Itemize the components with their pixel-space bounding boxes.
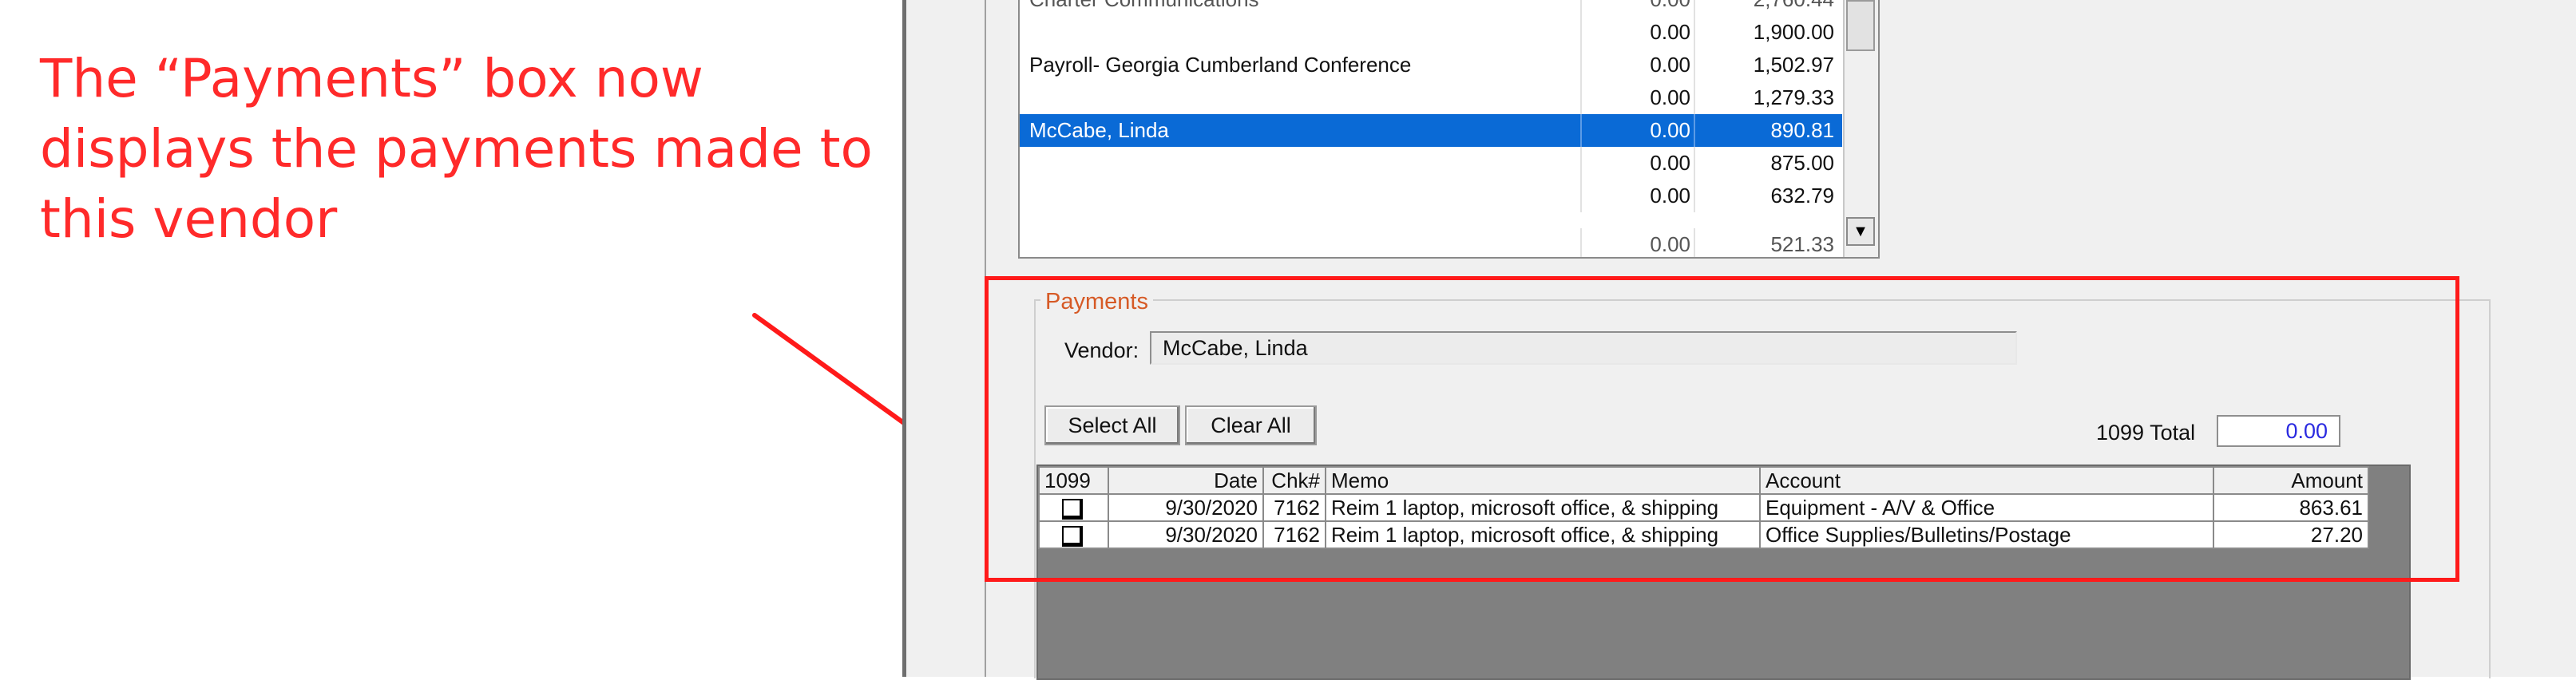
column-header-amount[interactable]: Amount xyxy=(2213,466,2369,495)
1099-total-field: 0.00 xyxy=(2217,415,2340,447)
list-item[interactable]: 0.00 1,279.33 xyxy=(1020,81,1842,114)
select-all-button[interactable]: Select All xyxy=(1044,405,1180,445)
scrollbar-thumb[interactable] xyxy=(1846,0,1875,51)
vendor-col1: 0.00 xyxy=(1650,118,1690,142)
cell-1099[interactable] xyxy=(1038,493,1109,522)
table-row[interactable]: 9/30/2020 7162 Reim 1 laptop, microsoft … xyxy=(1038,493,2369,522)
list-item[interactable]: 0.00 875.00 xyxy=(1020,147,1842,180)
list-item-selected[interactable]: McCabe, Linda 0.00 890.81 xyxy=(1020,114,1842,147)
1099-checkbox[interactable] xyxy=(1062,526,1083,548)
vendor-label: Vendor: xyxy=(1064,338,1139,362)
vendor-col2: 1,502.97 xyxy=(1753,53,1834,77)
cell-amount: 27.20 xyxy=(2213,520,2369,549)
payments-grid: 1099 Date Chk# Memo Account Amount 9/30/… xyxy=(1036,465,2411,680)
cell-account: Office Supplies/Bulletins/Postage xyxy=(1759,520,2214,549)
list-item[interactable]: 0.00 1,900.00 xyxy=(1020,16,1842,49)
list-item[interactable]: Charter Communications 0.00 2,760.44 xyxy=(1020,0,1842,16)
vendor-col1: 0.00 xyxy=(1595,0,1690,16)
cell-date: 9/30/2020 xyxy=(1108,493,1264,522)
cell-account: Equipment - A/V & Office xyxy=(1759,493,2214,522)
column-header-1099[interactable]: 1099 xyxy=(1038,466,1109,495)
table-row[interactable]: 9/30/2020 7162 Reim 1 laptop, microsoft … xyxy=(1038,520,2369,549)
vendor-col2: 875.00 xyxy=(1770,151,1834,175)
1099-checkbox[interactable] xyxy=(1062,499,1083,520)
column-header-chk[interactable]: Chk# xyxy=(1262,466,1326,495)
clear-all-button[interactable]: Clear All xyxy=(1185,405,1317,445)
cell-memo: Reim 1 laptop, microsoft office, & shipp… xyxy=(1325,520,1761,549)
vendor-col2: 521.33 xyxy=(1770,232,1834,256)
cell-amount: 863.61 xyxy=(2213,493,2369,522)
column-header-account[interactable]: Account xyxy=(1759,466,2214,495)
vendor-name: Charter Communications xyxy=(1029,0,1259,16)
vendor-field: McCabe, Linda xyxy=(1150,331,2017,365)
cell-memo: Reim 1 laptop, microsoft office, & shipp… xyxy=(1325,493,1761,522)
column-header-memo[interactable]: Memo xyxy=(1325,466,1761,495)
vendor-col1: 0.00 xyxy=(1650,53,1690,77)
vendor-col2: 890.81 xyxy=(1770,118,1834,142)
vendor-col1: 0.00 xyxy=(1650,232,1690,256)
payments-legend: Payments xyxy=(1040,289,1153,315)
column-header-date[interactable]: Date xyxy=(1108,466,1264,495)
vendor-list-scrollbar[interactable]: ▼ xyxy=(1843,0,1878,257)
list-item[interactable]: 0.00 632.79 xyxy=(1020,180,1842,212)
vendor-name: McCabe, Linda xyxy=(1029,118,1169,142)
vendor-col2: 632.79 xyxy=(1770,184,1834,208)
cell-chk: 7162 xyxy=(1262,520,1326,549)
payments-table: 1099 Date Chk# Memo Account Amount 9/30/… xyxy=(1038,466,2369,549)
app-window: Charter Communications 0.00 2,760.44 0.0… xyxy=(902,0,2576,680)
list-item[interactable]: 0.00 521.33 xyxy=(1020,228,1842,257)
vendor-col1: 0.00 xyxy=(1650,85,1690,109)
vendor-col1: 0.00 xyxy=(1650,184,1690,208)
cell-chk: 7162 xyxy=(1262,493,1326,522)
vendor-col2: 1,900.00 xyxy=(1753,20,1834,44)
cell-1099[interactable] xyxy=(1038,520,1109,549)
vendor-col1: 0.00 xyxy=(1650,20,1690,44)
vendor-list[interactable]: Charter Communications 0.00 2,760.44 0.0… xyxy=(1018,0,1880,259)
table-header-row: 1099 Date Chk# Memo Account Amount xyxy=(1038,466,2369,495)
list-item[interactable]: Payroll- Georgia Cumberland Conference 0… xyxy=(1020,49,1842,81)
vendor-col2: 2,760.44 xyxy=(1698,0,1834,16)
vendor-col1: 0.00 xyxy=(1650,151,1690,175)
1099-total-label: 1099 Total xyxy=(2096,421,2196,445)
cell-date: 9/30/2020 xyxy=(1108,520,1264,549)
vendor-col2: 1,279.33 xyxy=(1753,85,1834,109)
scroll-down-arrow-icon[interactable]: ▼ xyxy=(1846,217,1875,246)
vendor-name: Payroll- Georgia Cumberland Conference xyxy=(1029,53,1412,77)
